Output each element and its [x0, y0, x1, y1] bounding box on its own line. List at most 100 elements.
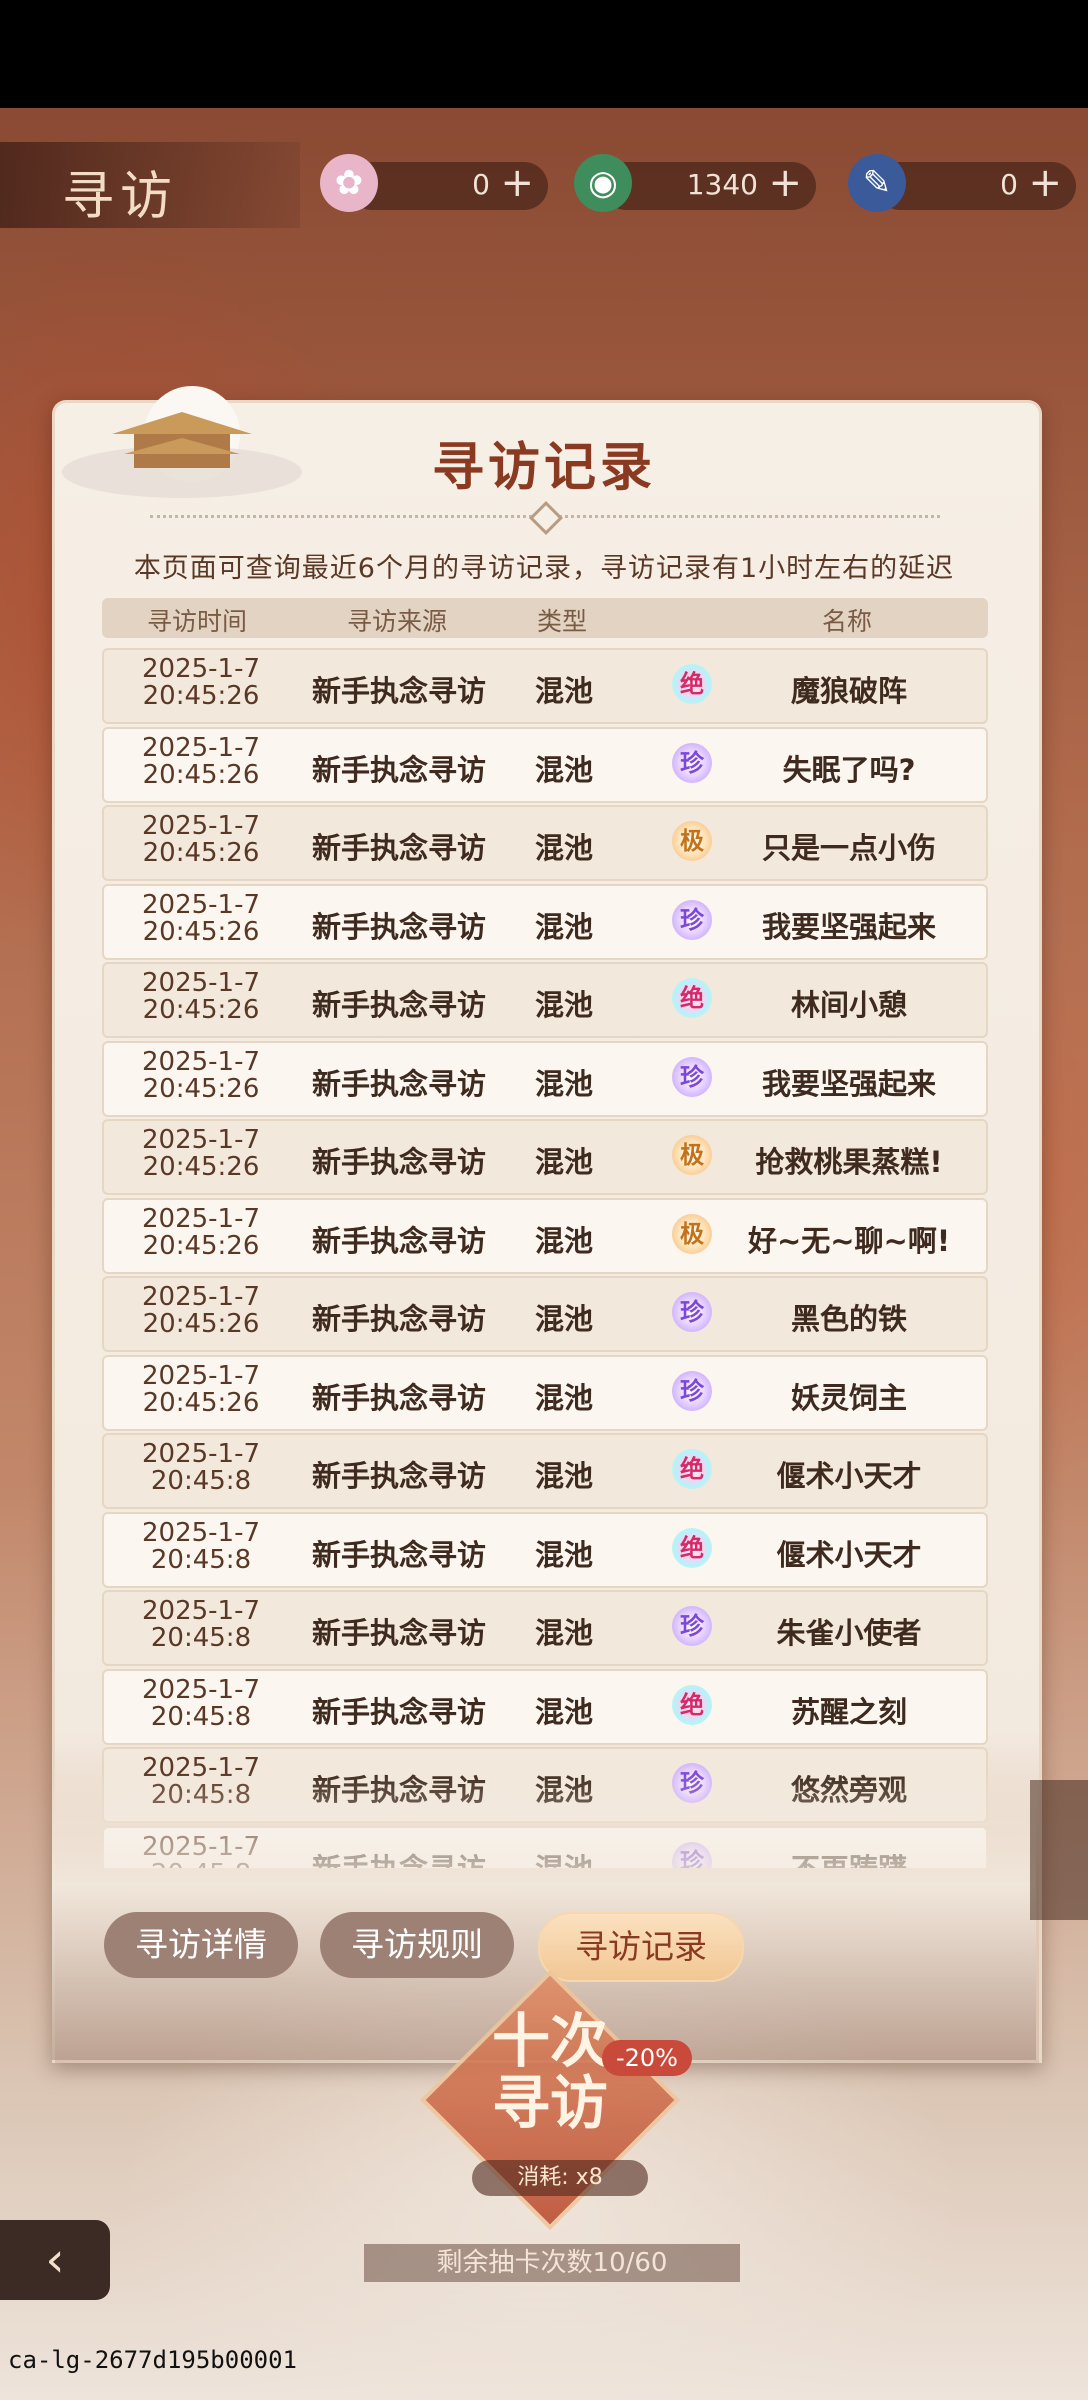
add-icon[interactable]: +	[500, 160, 534, 206]
record-time: 2025-1-7 20:45:26	[106, 1360, 296, 1418]
record-date: 2025-1-7	[141, 654, 260, 684]
rarity-zhen-icon: 珍	[672, 1841, 712, 1868]
record-type: 混池	[534, 1694, 593, 1729]
status-bar	[0, 0, 1088, 108]
record-date: 2025-1-7	[141, 1360, 260, 1391]
record-date: 2025-1-7	[141, 1753, 260, 1783]
tab-draw-history[interactable]: 寻访记录	[538, 1912, 744, 1982]
record-type: 混池	[534, 988, 593, 1022]
record-type: 混池	[534, 1380, 593, 1415]
record-date: 2025-1-7	[141, 1674, 260, 1705]
column-time: 寻访时间	[146, 607, 247, 636]
record-date: 2025-1-7	[141, 1125, 260, 1155]
record-source: 新手执念寻访	[311, 988, 486, 1022]
record-clock: 20:45:26	[142, 1309, 260, 1339]
tab-draw-details[interactable]: 寻访详情	[104, 1912, 298, 1978]
table-row: 2025-1-7 20:45:26 新手执念寻访 混池 绝 魔狼破阵	[102, 648, 988, 724]
table-row: 2025-1-7 20:45:26 新手执念寻访 混池 珍 我要坚强起来	[102, 883, 988, 960]
record-clock: 20:45:26	[142, 681, 260, 711]
table-row: 2025-1-7 20:45:26 新手执念寻访 混池 绝 林间小憩	[102, 962, 988, 1038]
side-banner[interactable]	[1030, 1780, 1088, 1920]
record-type: 混池	[534, 1773, 593, 1807]
record-clock: 20:45:8	[150, 1544, 252, 1575]
table-row: 2025-1-7 20:45:8 新手执念寻访 混池 绝 偃术小天才	[102, 1433, 988, 1509]
rarity-zhen-icon: 珍	[672, 1606, 712, 1646]
rarity-jue-icon: 绝	[672, 664, 712, 704]
column-name: 名称	[821, 607, 872, 636]
record-source: 新手执念寻访	[311, 831, 486, 865]
rarity-jue-icon: 绝	[672, 1527, 712, 1568]
record-source: 新手执念寻访	[311, 1537, 486, 1572]
rarity-zhen-icon: 珍	[672, 742, 712, 783]
record-clock: 20:45:8	[150, 1466, 252, 1496]
record-clock: 20:45:8	[150, 1780, 252, 1810]
record-date: 2025-1-7	[141, 1517, 260, 1548]
rarity-zhen-icon: 珍	[672, 1763, 712, 1803]
record-time: 2025-1-7 20:45:26	[106, 1127, 296, 1181]
record-name: 偃术小天才	[776, 1537, 922, 1572]
back-arrow-icon: ‹	[45, 2232, 65, 2288]
rarity-zhen-icon: 珍	[672, 1370, 712, 1411]
column-source: 寻访来源	[346, 607, 447, 636]
record-name: 失眠了吗?	[782, 752, 916, 787]
add-icon[interactable]: +	[768, 160, 802, 206]
record-type: 混池	[534, 752, 593, 787]
record-date: 2025-1-7	[141, 1831, 260, 1862]
rarity-ji-icon: 极	[672, 1213, 712, 1254]
resource-feather-quill[interactable]: ✎ 0 +	[848, 154, 1076, 212]
record-date: 2025-1-7	[141, 811, 260, 841]
rarity-jue-icon: 绝	[672, 1684, 712, 1725]
record-type: 混池	[534, 1145, 593, 1179]
record-name: 抢救桃果蒸糕!	[755, 1145, 943, 1179]
resource-value: 0	[1000, 168, 1018, 201]
rarity-zhen-icon: 珍	[672, 1056, 712, 1097]
record-source: 新手执念寻访	[311, 1066, 486, 1101]
record-source: 新手执念寻访	[311, 1302, 486, 1336]
record-name: 林间小憩	[790, 988, 907, 1022]
resource-ribbon-token[interactable]: ✿ 0 +	[320, 154, 548, 212]
record-time: 2025-1-7 20:45:26	[106, 891, 296, 947]
resource-jade-coin[interactable]: ◉ 1340 +	[574, 154, 816, 212]
rarity-jue-icon: 绝	[672, 978, 712, 1018]
back-button[interactable]: ‹	[0, 2220, 110, 2300]
record-clock: 20:45:26	[142, 995, 260, 1025]
record-time: 2025-1-7 20:45:26	[106, 1284, 296, 1338]
record-name: 只是一点小伤	[761, 831, 936, 865]
table-header: 寻访时间 寻访来源 类型 名称	[102, 598, 988, 638]
record-date: 2025-1-7	[141, 1596, 260, 1626]
jade-coin-icon: ◉	[574, 154, 632, 212]
record-name: 我要坚强起来	[761, 1066, 936, 1101]
rarity-ji-icon: 极	[672, 1135, 712, 1175]
record-clock: 20:45:26	[142, 916, 260, 947]
screen-title: 寻访	[62, 167, 179, 227]
tab-draw-rules[interactable]: 寻访规则	[320, 1912, 514, 1978]
record-clock: 20:45:26	[142, 759, 260, 790]
record-source: 新手执念寻访	[299, 1846, 499, 1869]
record-type: 混池	[534, 1616, 593, 1650]
ten-draw-label-line: 寻访	[491, 2069, 608, 2137]
record-date: 2025-1-7	[141, 968, 260, 998]
feather-quill-icon: ✎	[848, 154, 906, 212]
record-time: 2025-1-7 20:45:26	[106, 734, 296, 790]
record-type: 混池	[534, 674, 593, 708]
record-source: 新手执念寻访	[311, 1145, 486, 1179]
record-date: 2025-1-7	[141, 1203, 260, 1234]
record-clock: 20:45:26	[142, 838, 260, 868]
table-row: 2025-1-7 20:45:8 新手执念寻访 混池 绝 苏醒之刻	[102, 1668, 988, 1745]
record-source: 新手执念寻访	[311, 1694, 486, 1729]
remaining-draws: 剩余抽卡次数10/60	[364, 2244, 740, 2282]
rarity-zhen-icon: 珍	[672, 1292, 712, 1332]
record-type: 混池	[534, 1459, 593, 1493]
record-type: 混池	[534, 1302, 593, 1336]
record-name: 悠然旁观	[790, 1773, 907, 1807]
table-row: 2025-1-7 20:45:26 新手执念寻访 混池 珍 我要坚强起来	[102, 1040, 988, 1117]
record-clock: 20:45:8	[150, 1623, 252, 1653]
record-date: 2025-1-7	[141, 1282, 260, 1312]
add-icon[interactable]: +	[1028, 160, 1062, 206]
table-row: 2025-1-7 20:45:26 新手执念寻访 混池 极好~无~聊~啊!	[102, 1197, 988, 1274]
record-name: 不再踌躇	[719, 1846, 979, 1869]
record-list[interactable]: 2025-1-7 20:45:26 新手执念寻访 混池绝魔狼破阵 2025-1-7 20:…	[102, 648, 988, 1868]
table-row: 2025-1-7 20:45:8 新手执念寻访 混池 珍 朱雀小使者	[102, 1590, 988, 1666]
record-clock: 20:45:26	[142, 1387, 260, 1418]
record-type: 混池	[534, 1066, 593, 1101]
